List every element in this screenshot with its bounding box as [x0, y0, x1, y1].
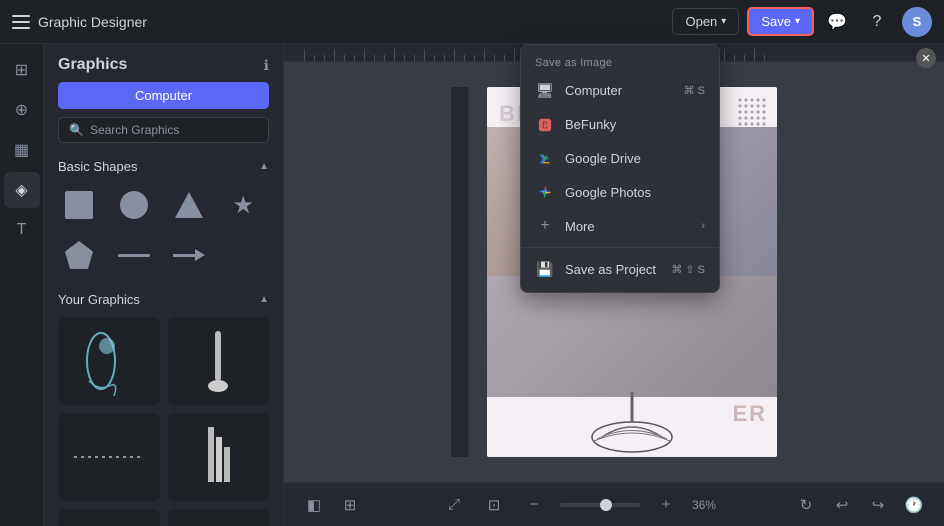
google-photos-icon	[535, 182, 555, 202]
google-drive-icon	[535, 148, 555, 168]
shape-circle[interactable]	[113, 184, 155, 226]
sidebar-item-text[interactable]: T	[4, 212, 40, 248]
ruler-vertical	[451, 87, 469, 457]
more-chevron-icon: ›	[701, 220, 705, 232]
shape-square[interactable]	[58, 184, 100, 226]
graphic-thumb-1[interactable]	[58, 317, 160, 405]
shapes-grid: ★	[44, 180, 283, 286]
open-button[interactable]: Open ▾	[672, 8, 739, 35]
shape-pentagon[interactable]	[58, 234, 100, 276]
shape-arrow[interactable]	[168, 234, 210, 276]
bottom-center: ⤢ ⊡ − + 36%	[440, 491, 716, 519]
sidebar-item-grid[interactable]: ⊞	[4, 52, 40, 88]
sidebar-item-shapes[interactable]: ◈	[4, 172, 40, 208]
save-project-icon: 💾	[535, 259, 555, 279]
computer-icon: 🖥	[535, 80, 555, 100]
crop-icon[interactable]: ⊡	[480, 491, 508, 519]
refresh-icon[interactable]: ↻	[792, 491, 820, 519]
graphic-thumb-4[interactable]	[168, 413, 270, 501]
zoom-value: 36%	[692, 498, 716, 512]
close-overlay-icon[interactable]: ✕	[916, 48, 936, 68]
dropdown-item-computer[interactable]: 🖥 Computer ⌘ S	[521, 73, 719, 107]
search-graphics-input[interactable]: 🔍 Search Graphics	[58, 117, 269, 143]
graphic-thumb-3[interactable]	[58, 413, 160, 501]
graphic-thumb-2[interactable]	[168, 317, 270, 405]
topbar-center: Open ▾ Save ▾	[672, 7, 814, 36]
more-icon: +	[535, 216, 555, 236]
panel-header: Graphics ℹ	[44, 44, 283, 82]
panel-title: Graphics	[58, 56, 127, 74]
basic-shapes-collapse-icon[interactable]: ▲	[259, 161, 269, 172]
chat-icon[interactable]: 💬	[822, 7, 852, 37]
save-chevron-icon: ▾	[795, 16, 800, 27]
save-dropdown-menu: Save as Image 🖥 Computer ⌘ S 🅱 BeFunky G…	[520, 44, 720, 293]
avatar[interactable]: S	[902, 7, 932, 37]
your-graphics-collapse-icon[interactable]: ▲	[259, 294, 269, 305]
dropdown-divider	[521, 247, 719, 248]
zoom-slider[interactable]	[560, 503, 640, 507]
app-title: Graphic Designer	[38, 14, 147, 30]
dropdown-item-google-photos[interactable]: Google Photos	[521, 175, 719, 209]
canvas-text-er: ER	[732, 401, 767, 427]
main-layout: ⊞ ⊕ ▦ ◈ T Graphics ℹ Computer 🔍 Search G…	[0, 44, 944, 526]
sidebar-item-table[interactable]: ▦	[4, 132, 40, 168]
befunky-icon: 🅱	[535, 114, 555, 134]
shape-line[interactable]	[113, 234, 155, 276]
basic-shapes-label: Basic Shapes	[58, 159, 138, 174]
tab-computer[interactable]: Computer	[58, 82, 269, 109]
history-icon[interactable]: 🕐	[900, 491, 928, 519]
grid-view-icon[interactable]: ⊞	[336, 491, 364, 519]
save-as-image-label: Save as Image	[521, 51, 719, 73]
zoom-handle	[600, 499, 612, 511]
graphic-thumb-6[interactable]	[168, 509, 270, 526]
basic-shapes-section-header: Basic Shapes ▲	[44, 153, 283, 180]
undo-icon[interactable]: ↩	[828, 491, 856, 519]
search-row: 🔍 Search Graphics	[44, 117, 283, 153]
menu-icon[interactable]	[12, 15, 30, 29]
zoom-in-icon[interactable]: +	[652, 491, 680, 519]
info-icon[interactable]: ℹ	[264, 57, 269, 74]
bottom-right: ↻ ↩ ↪ 🕐	[792, 491, 928, 519]
help-icon[interactable]: ?	[862, 7, 892, 37]
sidebar-item-adjust[interactable]: ⊕	[4, 92, 40, 128]
dropdown-item-google-drive[interactable]: Google Drive	[521, 141, 719, 175]
topbar-right: 💬 ? S	[822, 7, 932, 37]
graphic-thumb-5[interactable]	[58, 509, 160, 526]
open-chevron-icon: ▾	[721, 16, 726, 27]
dropdown-item-befunky[interactable]: 🅱 BeFunky	[521, 107, 719, 141]
computer-shortcut: ⌘ S	[684, 84, 705, 97]
graphics-panel: Graphics ℹ Computer 🔍 Search Graphics Ba…	[44, 44, 284, 526]
shape-triangle[interactable]	[168, 184, 210, 226]
dropdown-item-save-project[interactable]: 💾 Save as Project ⌘ ⇧ S	[521, 252, 719, 286]
save-project-shortcut: ⌘ ⇧ S	[671, 263, 705, 276]
zoom-out-icon[interactable]: −	[520, 491, 548, 519]
shape-star[interactable]: ★	[222, 184, 264, 226]
search-icon: 🔍	[69, 123, 84, 137]
tab-row: Computer	[44, 82, 283, 117]
bottom-left: ◧ ⊞	[300, 491, 364, 519]
layers-icon[interactable]: ◧	[300, 491, 328, 519]
fit-screen-icon[interactable]: ⤢	[440, 491, 468, 519]
dropdown-item-more[interactable]: + More ›	[521, 209, 719, 243]
topbar-left: Graphic Designer	[12, 14, 664, 30]
topbar: Graphic Designer Open ▾ Save ▾ 💬 ? S	[0, 0, 944, 44]
icon-sidebar: ⊞ ⊕ ▦ ◈ T	[0, 44, 44, 526]
save-button[interactable]: Save ▾	[747, 7, 814, 36]
your-graphics-section-header: Your Graphics ▲	[44, 286, 283, 313]
graphics-grid	[44, 313, 283, 526]
your-graphics-label: Your Graphics	[58, 292, 140, 307]
redo-icon[interactable]: ↪	[864, 491, 892, 519]
canvas-bottom-bar: ◧ ⊞ ⤢ ⊡ − + 36% ↻ ↩ ↪ 🕐	[284, 482, 944, 526]
